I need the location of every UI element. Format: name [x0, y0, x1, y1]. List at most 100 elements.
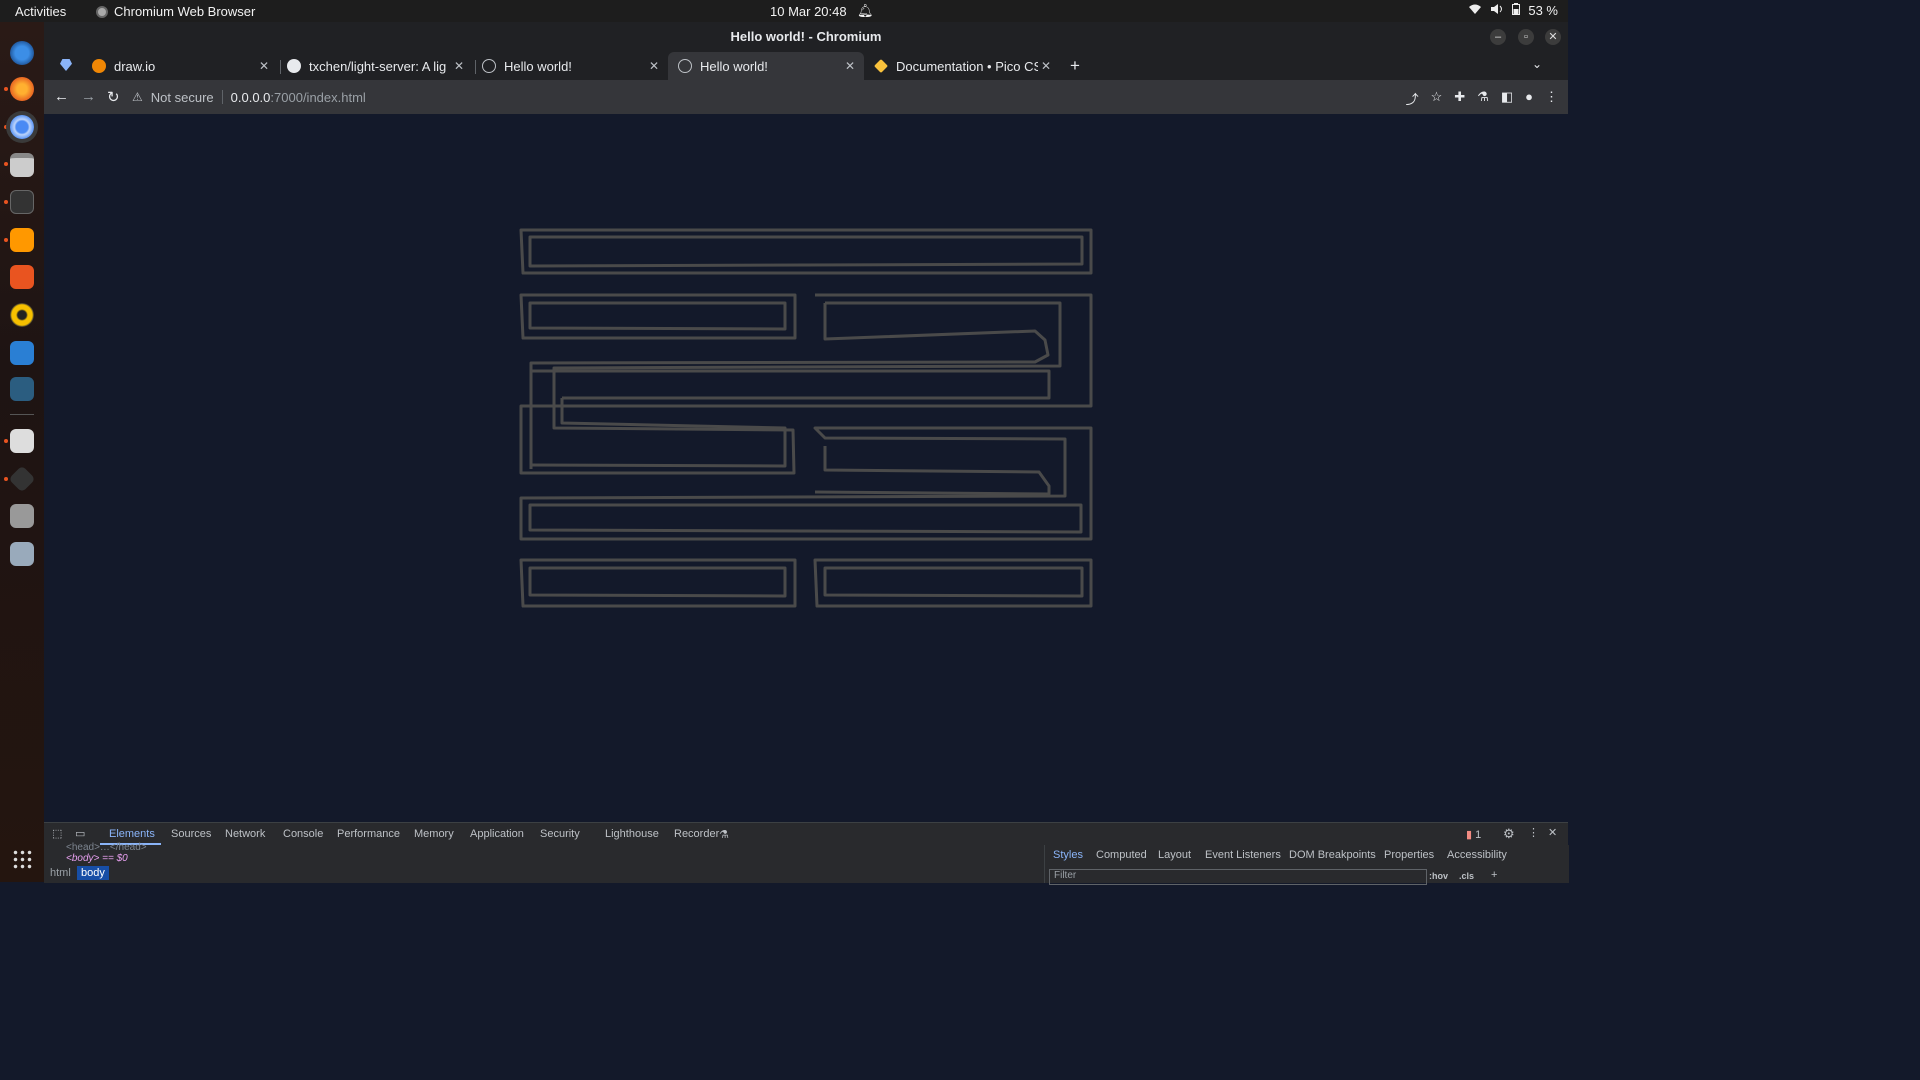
labs-flask-icon[interactable]: ⚗	[1477, 89, 1489, 108]
devtools-tab-memory[interactable]: Memory	[414, 828, 454, 840]
github-icon	[287, 59, 301, 73]
devtools-menu-kebab-icon[interactable]: ⋮	[1528, 826, 1539, 839]
rhythmbox-icon[interactable]	[10, 303, 34, 327]
extensions-puzzle-icon[interactable]: ✚	[1454, 89, 1465, 108]
side-tab-properties[interactable]: Properties	[1384, 849, 1434, 861]
tab-hello-world-2[interactable]: Hello world! ✕	[668, 52, 864, 80]
show-apps-icon[interactable]	[12, 849, 32, 869]
image-viewer-icon[interactable]	[10, 429, 34, 453]
close-window-button[interactable]: ✕	[1545, 29, 1561, 45]
drive-icon[interactable]	[10, 504, 34, 528]
warning-triangle-icon: ⚠	[132, 90, 143, 104]
close-tab-icon[interactable]: ✕	[842, 59, 858, 73]
close-tab-icon[interactable]: ✕	[1038, 59, 1054, 73]
chromium-icon[interactable]	[10, 115, 34, 139]
trash-icon[interactable]	[10, 542, 34, 566]
side-tab-styles[interactable]: Styles	[1053, 849, 1083, 861]
running-indicator	[4, 87, 8, 91]
menu-kebab-icon[interactable]: ⋮	[1545, 89, 1558, 108]
files-icon[interactable]	[10, 153, 34, 177]
battery-icon	[1512, 3, 1521, 18]
devtools-tab-security[interactable]: Security	[540, 828, 580, 840]
writer-icon[interactable]	[10, 341, 34, 365]
close-tab-icon[interactable]: ✕	[451, 59, 467, 73]
maximize-button[interactable]: ▫	[1518, 29, 1534, 45]
browser-toolbar: ← → ↻ ⚠ Not secure 0.0.0.0:7000/index.ht…	[44, 80, 1568, 114]
mysql-workbench-icon[interactable]	[10, 377, 34, 401]
devtools-tab-elements[interactable]: Elements	[109, 828, 155, 840]
running-indicator	[4, 477, 8, 481]
devtools-tab-bar: ⬚ ▭ Elements Sources Network Console Per…	[44, 823, 1568, 845]
tab-pico-docs[interactable]: Documentation • Pico CS ✕	[864, 52, 1060, 80]
page-viewport	[44, 114, 1568, 822]
app-menu[interactable]: Chromium Web Browser	[96, 4, 255, 19]
tab-light-server[interactable]: txchen/light-server: A lig ✕	[277, 52, 473, 80]
styles-filter-input[interactable]: Filter	[1049, 869, 1427, 885]
close-tab-icon[interactable]: ✕	[256, 59, 272, 73]
breadcrumb-body[interactable]: body	[77, 866, 109, 880]
terminal-icon[interactable]	[10, 190, 34, 214]
sparkles-icon	[874, 59, 888, 73]
side-panel-icon[interactable]: ◧	[1501, 89, 1513, 108]
maze-logo-graphic	[519, 228, 1093, 608]
app-name-label: Chromium Web Browser	[114, 4, 256, 19]
devtools-tab-sources[interactable]: Sources	[171, 828, 211, 840]
dock	[0, 22, 44, 882]
issues-badge[interactable]: ▮ 1	[1466, 828, 1481, 841]
minimize-button[interactable]: –	[1490, 29, 1506, 45]
devtools-tab-application[interactable]: Application	[470, 828, 524, 840]
side-tab-accessibility[interactable]: Accessibility	[1447, 849, 1507, 861]
devtools-tab-console[interactable]: Console	[283, 828, 323, 840]
running-indicator	[4, 439, 8, 443]
new-tab-icon[interactable]: +	[1070, 56, 1080, 76]
back-arrow-icon[interactable]: ←	[54, 88, 69, 105]
tab-label: Documentation • Pico CS	[896, 58, 1038, 74]
devtools-tab-lighthouse[interactable]: Lighthouse	[605, 828, 659, 840]
chromium-icon	[96, 5, 108, 18]
tab-drawio[interactable]: draw.io ✕	[82, 52, 278, 80]
dom-head-node[interactable]: <head>…</head>	[66, 842, 147, 853]
not-secure-label[interactable]: Not secure	[151, 90, 214, 105]
breadcrumb-html[interactable]: html	[46, 866, 75, 880]
side-tab-computed[interactable]: Computed	[1096, 849, 1147, 861]
close-devtools-icon[interactable]: ✕	[1548, 826, 1557, 839]
tab-list-chevron-icon[interactable]: ⌄	[1532, 57, 1542, 71]
share-icon[interactable]: ⤴	[1406, 89, 1419, 108]
activities-button[interactable]: Activities	[15, 4, 66, 19]
thunderbird-icon[interactable]	[10, 41, 34, 65]
dock-separator	[10, 414, 34, 415]
side-tab-event-listeners[interactable]: Event Listeners	[1205, 849, 1281, 861]
cls-toggle[interactable]: .cls	[1459, 871, 1474, 881]
clock[interactable]: 10 Mar 20:48	[770, 4, 847, 19]
notification-bell-icon: 🔔︎	[857, 3, 874, 18]
firefox-icon[interactable]	[10, 77, 34, 101]
address-bar[interactable]: ⚠ Not secure 0.0.0.0:7000/index.html	[132, 85, 1372, 109]
side-tab-layout[interactable]: Layout	[1158, 849, 1191, 861]
devtools-tab-performance[interactable]: Performance	[337, 828, 400, 840]
tab-hello-world-1[interactable]: Hello world! ✕	[472, 52, 668, 80]
new-style-rule-icon[interactable]: +	[1491, 869, 1497, 881]
styles-pane: Styles Computed Layout Event Listeners D…	[1044, 845, 1569, 885]
omnibox-divider	[221, 90, 223, 104]
system-tray[interactable]: 53 %	[1468, 3, 1558, 18]
software-center-icon[interactable]	[10, 265, 34, 289]
close-tab-icon[interactable]: ✕	[646, 59, 662, 73]
hov-toggle[interactable]: :hov	[1429, 871, 1448, 881]
running-indicator	[4, 162, 8, 166]
tab-search-favicon-icon[interactable]	[60, 59, 72, 71]
settings-gear-icon[interactable]: ⚙	[1503, 826, 1515, 842]
devtools-tab-recorder[interactable]: Recorder	[674, 828, 719, 840]
dom-body-node[interactable]: <body> == $0	[66, 853, 128, 864]
reload-icon[interactable]: ↻	[107, 88, 120, 106]
profile-avatar-icon[interactable]: ●	[1525, 89, 1533, 108]
inspect-element-icon[interactable]: ⬚	[52, 827, 62, 840]
bookmark-star-icon[interactable]: ☆	[1431, 89, 1443, 108]
forward-arrow-icon[interactable]: →	[81, 88, 96, 105]
device-toolbar-icon[interactable]: ▭	[75, 827, 85, 840]
inkscape-icon[interactable]	[8, 465, 36, 493]
window-title: Hello world! - Chromium	[730, 29, 882, 44]
sublime-text-icon[interactable]	[10, 228, 34, 252]
side-tab-dom-breakpoints[interactable]: DOM Breakpoints	[1289, 849, 1376, 861]
devtools-tab-network[interactable]: Network	[225, 828, 265, 840]
window-title-bar[interactable]: Hello world! - Chromium – ▫ ✕	[44, 22, 1568, 52]
